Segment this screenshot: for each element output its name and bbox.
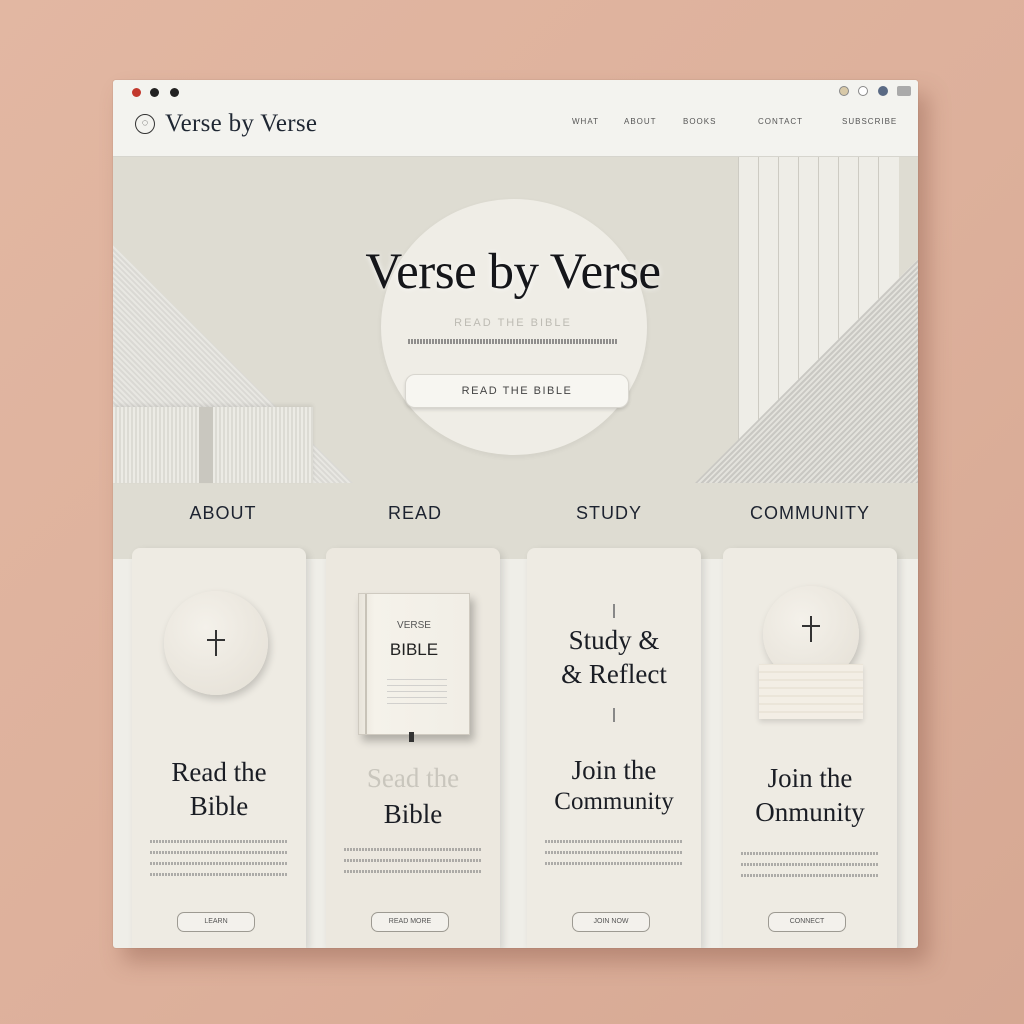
card-text [344,848,482,881]
card-heading-line2: & Reflect [561,659,667,689]
menu-icon[interactable] [897,86,911,96]
nav-item-contact[interactable]: CONTACT [758,117,803,126]
book-small-text: VERSE [397,620,431,631]
section-study[interactable]: STUDY [524,503,694,524]
bible-book-icon: VERSE BIBLE [358,593,470,742]
read-the-bible-button[interactable]: READ THE BIBLE [405,374,629,408]
card-title-line2: Bible [189,791,249,821]
card-study-reflect[interactable]: Study & & Reflect Join the Community JOI… [527,548,701,948]
card-title-line2: Bible [383,799,443,829]
minimize-dot-icon[interactable] [150,88,159,97]
card-read-the-bible[interactable]: Read the Bible LEARN [132,548,306,948]
card-text [150,840,288,884]
card-title-line2: Onmunity [755,797,865,827]
card-button[interactable]: LEARN [177,912,255,932]
profile-icon[interactable] [878,86,888,96]
card-ghost-title: Sead the [366,763,460,793]
refresh-icon[interactable] [858,86,868,96]
section-about[interactable]: ABOUT [138,503,308,524]
card-title-line1: Join the [767,763,853,793]
card-title-line1: Join the [571,755,657,785]
maximize-dot-icon[interactable] [170,88,179,97]
section-read[interactable]: READ [330,503,500,524]
book-label: BIBLE [389,640,439,659]
cross-disc [164,591,268,695]
nav-item-what[interactable]: WHAT [572,117,599,126]
hero-section: Verse by Verse READ THE BIBLE READ THE B… [113,157,918,559]
nav-item-books[interactable]: BOOKS [683,117,716,126]
nav-item-about[interactable]: ABOUT [624,117,657,126]
card-bible[interactable]: VERSE BIBLE Sead the Bible READ MORE [326,548,500,948]
divider-mark [613,604,615,618]
card-button[interactable]: CONNECT [768,912,846,932]
divider-mark [613,708,615,722]
cross-icon [798,616,824,642]
hero-title: Verse by Verse [365,244,661,300]
hero-caption-line [408,339,618,344]
card-title-line2: Community [554,788,674,815]
card-button[interactable]: JOIN NOW [572,912,650,932]
card-heading-line1: Study & [568,625,660,655]
brand-name[interactable]: Verse by Verse [165,110,317,138]
card-text [545,840,683,873]
card-join-community[interactable]: Join the Onmunity CONNECT [723,548,897,948]
logo-icon: ◌ [135,114,155,134]
browser-window: ◌ Verse by Verse WHAT ABOUT BOOKS CONTAC… [113,80,918,948]
open-book-image [113,407,313,483]
nav-item-subscribe[interactable]: SUBSCRIBE [842,117,897,126]
card-button[interactable]: READ MORE [371,912,449,932]
header: ◌ Verse by Verse WHAT ABOUT BOOKS CONTAC… [113,80,918,157]
section-community[interactable]: COMMUNITY [725,503,895,524]
hero-subtitle: READ THE BIBLE [454,317,572,329]
card-title-line1: Read the [171,757,267,787]
card-text [741,852,879,885]
settings-icon[interactable] [839,86,849,96]
cloth-banner [759,664,863,719]
close-dot-icon[interactable] [132,88,141,97]
cross-icon [203,630,229,656]
